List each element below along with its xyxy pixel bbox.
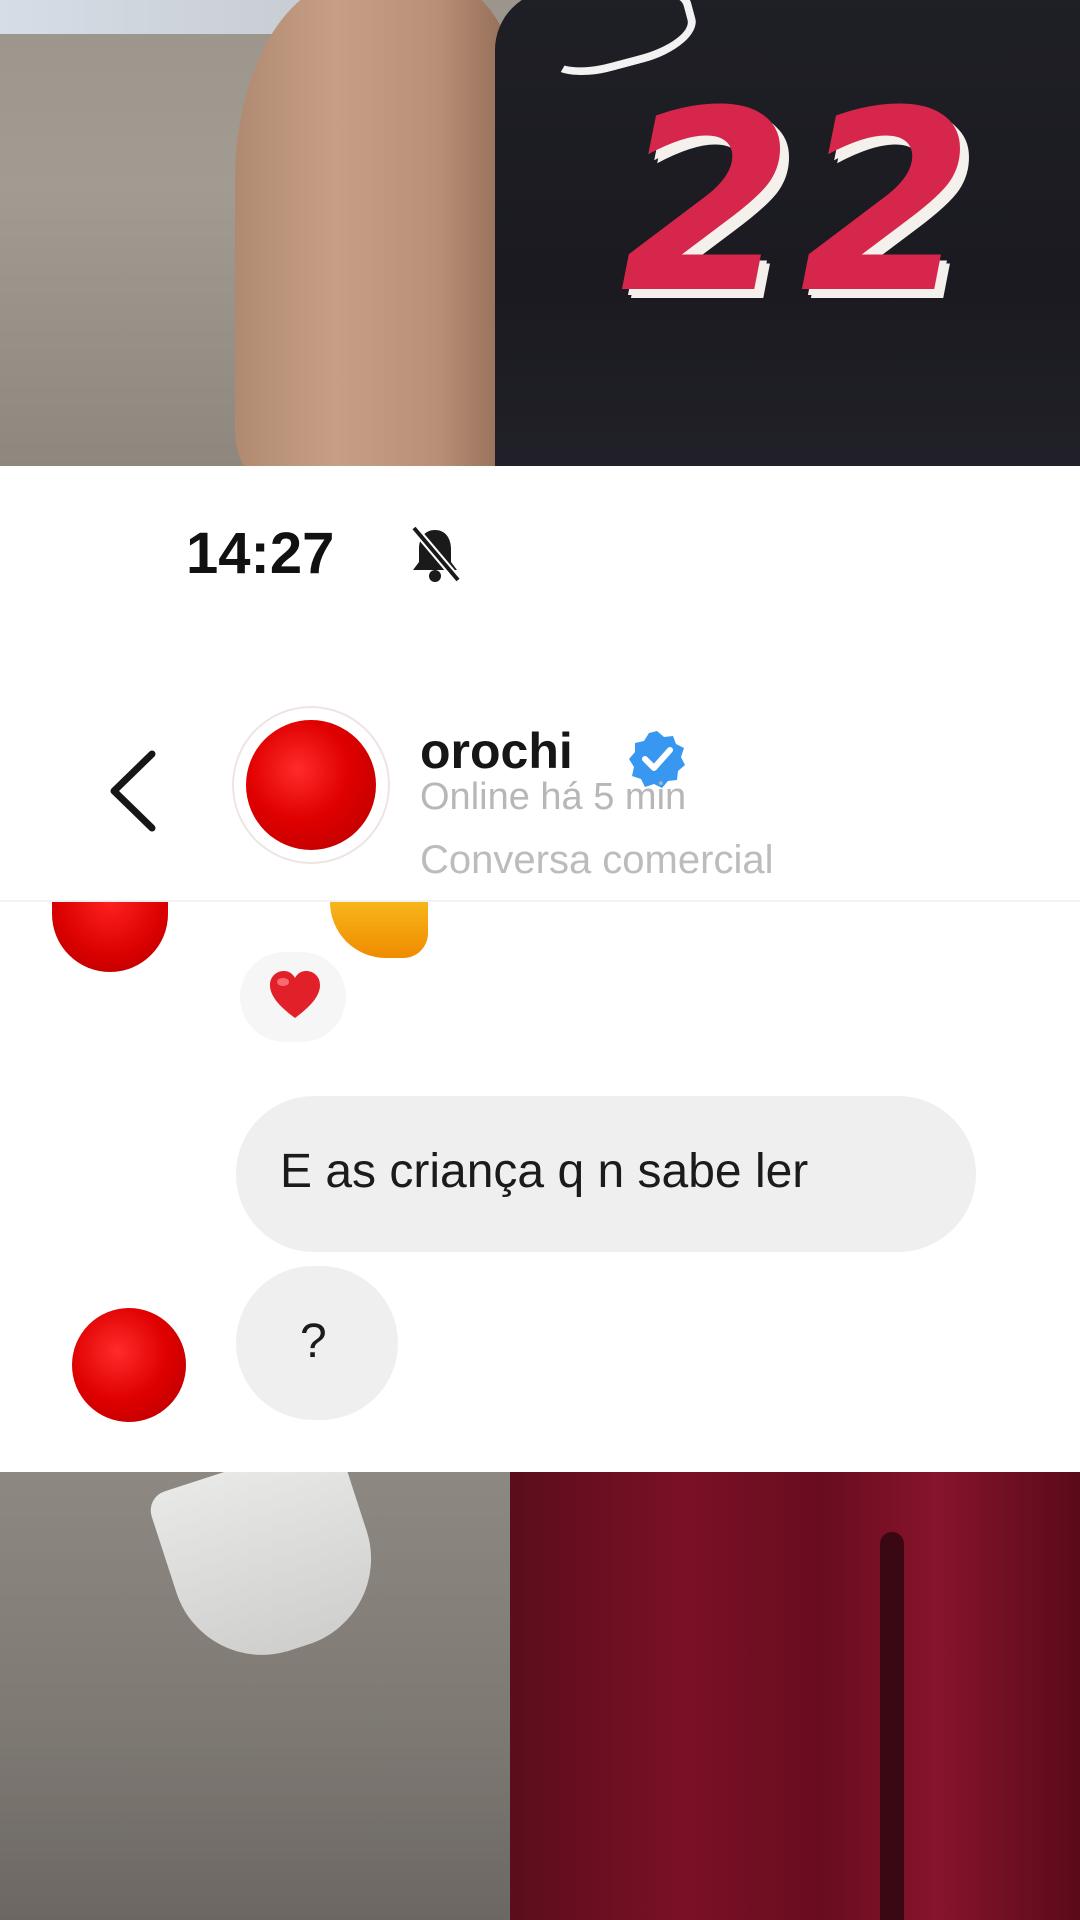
online-status: Online há 5 min: [420, 776, 687, 818]
contact-avatar[interactable]: [246, 720, 376, 850]
background-shoe: [145, 1472, 395, 1679]
red-heart-icon: [270, 971, 320, 1018]
conversation-type-label: Conversa comercial: [420, 838, 774, 882]
video-frame: 22 14:27 orochi Online há 5 min Conversa…: [0, 0, 1080, 1920]
message-text: ?: [300, 1315, 327, 1368]
jersey-number: 22: [620, 57, 980, 348]
background-pants: [510, 1472, 1080, 1920]
status-bar-time: 14:27: [186, 521, 335, 586]
back-chevron-icon[interactable]: [104, 748, 160, 834]
background-video-top: 22: [0, 0, 1080, 466]
background-arm: [235, 0, 525, 466]
background-video-bottom: [0, 1472, 1080, 1920]
bell-muted-icon: [410, 525, 462, 583]
sender-avatar[interactable]: [72, 1308, 186, 1422]
message-text: E as criança q n sabe ler: [280, 1145, 809, 1198]
contact-name[interactable]: orochi: [420, 726, 573, 776]
background-pants-gap: [880, 1532, 904, 1920]
